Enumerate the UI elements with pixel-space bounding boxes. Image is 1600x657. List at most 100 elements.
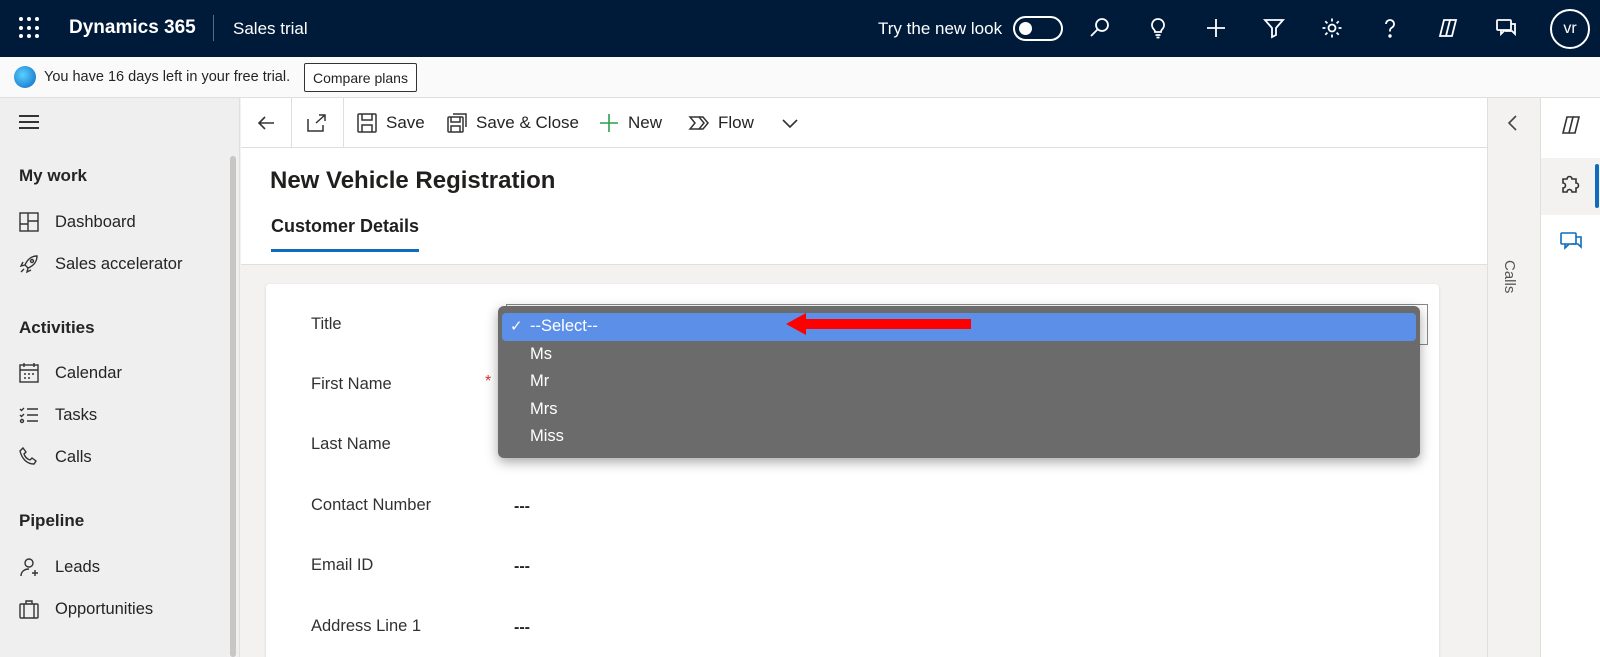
sidebar-item-label: Tasks — [55, 406, 98, 424]
save-icon — [357, 113, 377, 133]
address-line-1-label: Address Line 1 — [311, 617, 422, 635]
new-look-toggle[interactable] — [1013, 16, 1063, 41]
flow-label: Flow — [718, 113, 754, 132]
sidebar-item-label: Leads — [55, 558, 100, 576]
dynamics-logo-icon — [14, 66, 36, 88]
contact-number-label: Contact Number — [311, 496, 432, 514]
open-new-window-button[interactable] — [305, 98, 335, 148]
divider — [343, 98, 344, 148]
sidebar-item-calendar[interactable]: Calendar — [0, 353, 226, 393]
save-close-label: Save & Close — [476, 113, 579, 132]
sidebar-item-label: Sales accelerator — [55, 255, 183, 273]
nav-group-title: My work — [19, 166, 88, 185]
email-id-label: Email ID — [311, 556, 374, 574]
arrow-left-icon — [257, 116, 274, 130]
option-label: Ms — [530, 344, 552, 363]
option-label: Mr — [530, 372, 550, 390]
divider — [291, 98, 292, 148]
sidebar-item-label: Dashboard — [55, 213, 136, 231]
sidebar-item-opportunities[interactable]: Opportunities — [0, 589, 226, 629]
briefcase-icon — [18, 598, 40, 620]
puzzle-icon[interactable] — [1558, 171, 1584, 197]
top-bar: Dynamics 365 Sales trial Try the new loo… — [0, 0, 1600, 57]
chevron-down-icon — [782, 119, 798, 129]
flow-icon — [688, 116, 709, 130]
back-button[interactable] — [255, 98, 285, 148]
gear-icon[interactable] — [1318, 14, 1346, 42]
annotation-arrow-icon — [786, 313, 971, 335]
option-label: --Select-- — [530, 317, 598, 335]
dropdown-option-ms[interactable]: Ms — [502, 341, 1416, 369]
compare-plans-button[interactable]: Compare plans — [304, 63, 417, 92]
contact-number-value[interactable]: --- — [514, 498, 530, 516]
dropdown-option-mr[interactable]: Mr — [502, 368, 1416, 396]
side-panel-label[interactable]: Calls — [1501, 260, 1518, 293]
nav-group-title: Activities — [19, 318, 95, 337]
last-name-label: Last Name — [311, 435, 391, 453]
save-and-close-button[interactable]: Save & Close — [446, 98, 579, 148]
copilot-icon[interactable] — [1558, 112, 1584, 138]
avatar[interactable]: vr — [1550, 9, 1590, 49]
toggle-knob — [1019, 22, 1032, 35]
tasks-icon — [18, 404, 40, 426]
phone-icon — [18, 446, 40, 468]
sidebar-item-dashboard[interactable]: Dashboard — [0, 202, 226, 242]
first-name-label: First Name — [311, 375, 392, 393]
search-icon[interactable] — [1086, 14, 1114, 42]
app-area-name[interactable]: Sales trial — [233, 19, 308, 39]
right-rail — [1540, 98, 1600, 657]
flow-button[interactable]: Flow — [688, 98, 754, 148]
trial-message: You have 16 days left in your free trial… — [44, 69, 291, 85]
sidebar-item-tasks[interactable]: Tasks — [0, 395, 226, 435]
trial-banner: You have 16 days left in your free trial… — [0, 57, 1600, 98]
sidebar-item-label: Calendar — [55, 364, 122, 382]
email-id-value[interactable]: --- — [514, 558, 530, 576]
save-label: Save — [386, 113, 425, 132]
sidebar-item-leads[interactable]: Leads — [0, 547, 226, 587]
form-header: New Vehicle Registration Customer Detail… — [241, 148, 1487, 265]
hamburger-menu-icon[interactable] — [19, 115, 39, 129]
filter-icon[interactable] — [1260, 14, 1288, 42]
option-label: Miss — [530, 427, 564, 445]
chat-icon[interactable] — [1558, 228, 1584, 254]
new-look-label: Try the new look — [878, 19, 1003, 38]
copilot-icon[interactable] — [1434, 14, 1462, 42]
checkmark-icon: ✓ — [510, 318, 523, 335]
command-bar: Save Save & Close New Flow — [241, 98, 1487, 148]
plus-icon — [600, 114, 618, 132]
nav-group-title: Pipeline — [19, 511, 85, 530]
save-close-icon — [447, 113, 467, 133]
sidebar-item-calls[interactable]: Calls — [0, 437, 226, 477]
app-launcher-icon[interactable] — [19, 17, 41, 39]
save-button[interactable]: Save — [356, 98, 425, 148]
lead-icon — [18, 556, 40, 578]
chat-icon[interactable] — [1492, 14, 1520, 42]
open-in-new-window-icon — [307, 114, 326, 132]
active-indicator — [1595, 164, 1599, 208]
new-label: New — [628, 113, 663, 132]
title-label: Title — [311, 315, 342, 333]
dropdown-option-mrs[interactable]: Mrs — [502, 396, 1416, 424]
help-icon[interactable] — [1376, 14, 1404, 42]
rocket-icon — [18, 253, 40, 275]
sidebar-item-sales-accelerator[interactable]: Sales accelerator — [0, 244, 226, 284]
app-name[interactable]: Dynamics 365 — [69, 17, 196, 39]
chevron-left-icon[interactable] — [1502, 112, 1524, 134]
nav-scrollbar[interactable] — [230, 156, 236, 657]
tab-customer-details[interactable]: Customer Details — [271, 216, 420, 252]
calendar-icon — [18, 362, 40, 384]
dropdown-option-miss[interactable]: Miss — [502, 423, 1416, 451]
sitemap-nav: My work Dashboard Sales accelerator Acti… — [0, 98, 240, 657]
plus-icon[interactable] — [1202, 14, 1230, 42]
address-line-1-value[interactable]: --- — [514, 619, 530, 637]
option-label: Mrs — [530, 399, 558, 418]
flow-dropdown-button[interactable] — [779, 98, 809, 148]
side-panel: Calls — [1487, 98, 1540, 657]
dashboard-icon — [18, 211, 40, 233]
lightbulb-icon[interactable] — [1144, 14, 1172, 42]
divider — [213, 15, 214, 41]
required-marker: * — [485, 373, 492, 390]
page-title: New Vehicle Registration — [270, 167, 556, 194]
new-button[interactable]: New — [598, 98, 662, 148]
sidebar-item-label: Opportunities — [55, 600, 154, 618]
